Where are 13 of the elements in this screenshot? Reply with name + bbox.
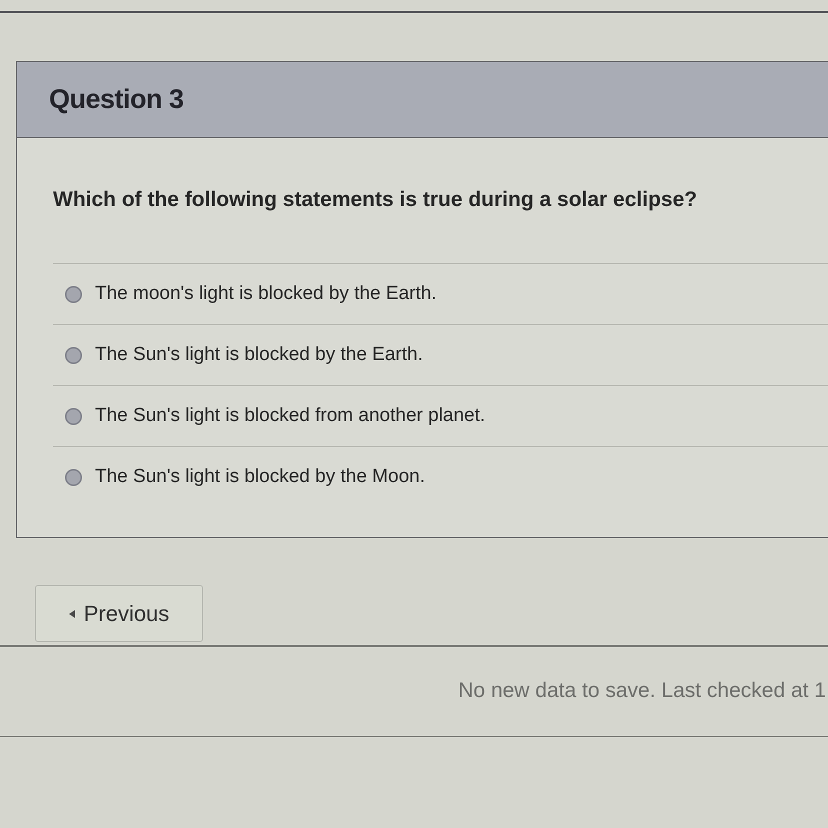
answer-option[interactable]: The Sun's light is blocked by the Earth. [53,324,828,385]
question-text: Which of the following statements is true during a solar eclipse? [53,187,698,213]
radio-button[interactable] [65,286,82,302]
answer-option[interactable]: The Sun's light is blocked by the Moon. [53,446,828,507]
radio-button[interactable] [65,346,82,364]
radio-button[interactable] [65,468,82,486]
save-status-text: No new data to save. Last checked at 1 [458,679,826,703]
radio-button[interactable] [65,408,82,424]
answer-option[interactable]: The Sun's light is blocked from another planet. [53,385,828,446]
previous-button[interactable]: Previous [35,585,203,642]
caret-left-icon [68,610,75,618]
answer-option[interactable]: The moon's light is blocked by the Earth. [53,263,828,324]
question-title: Question 3 [49,84,184,115]
